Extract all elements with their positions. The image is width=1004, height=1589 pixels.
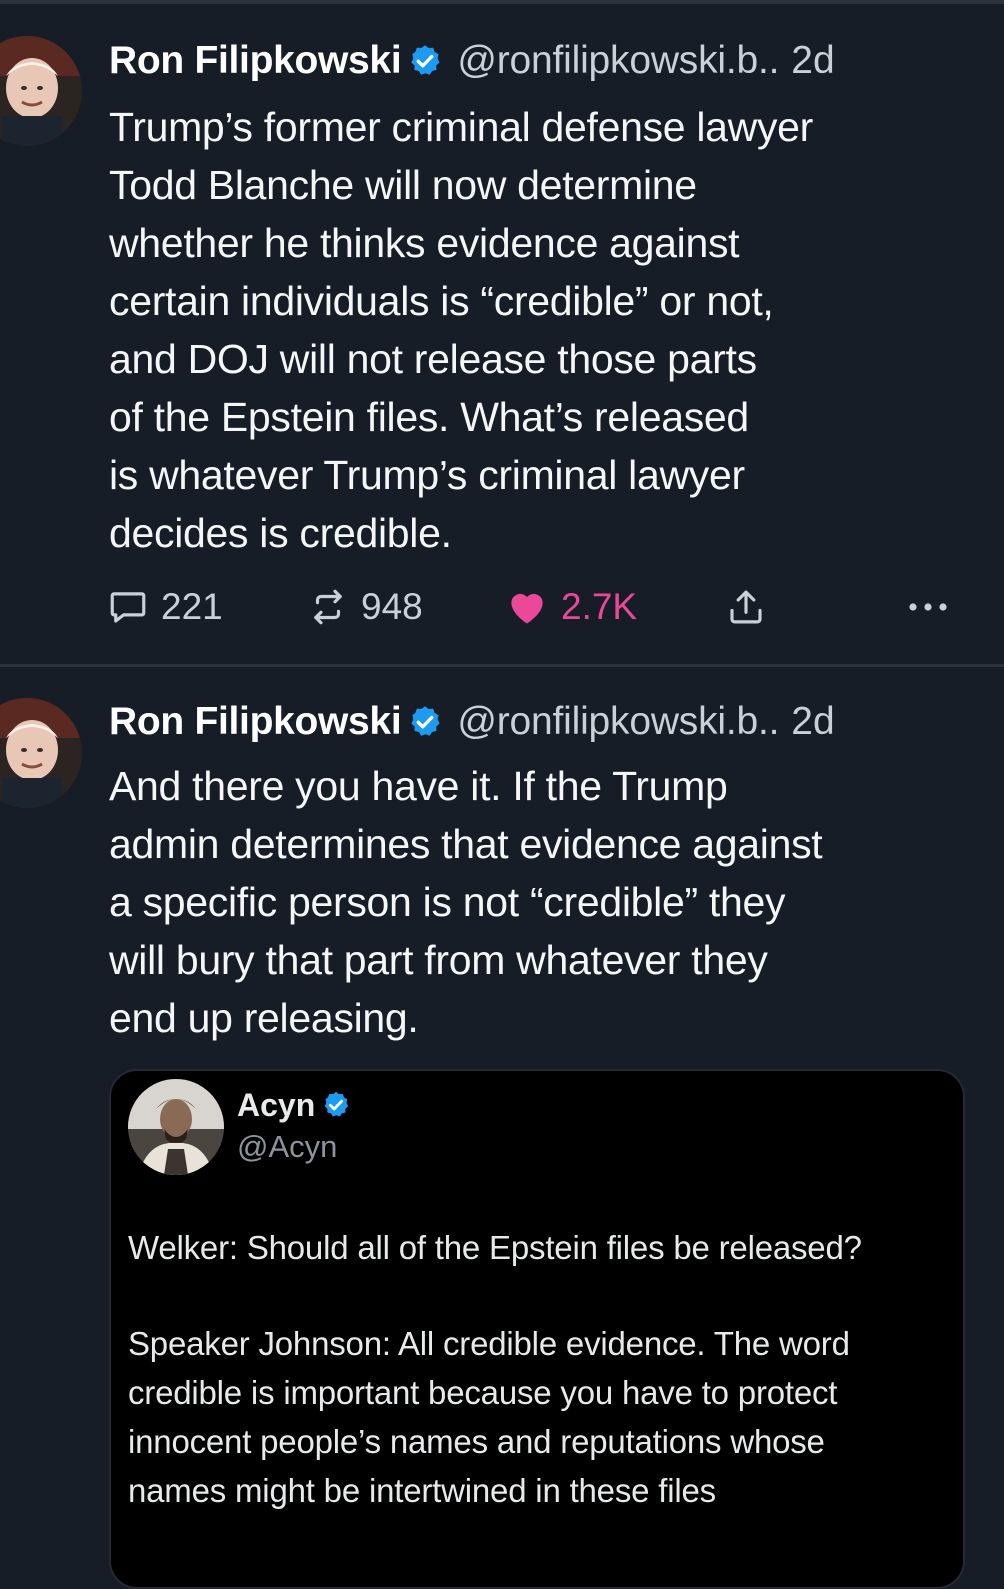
more-icon (909, 603, 947, 611)
author-handle[interactable]: @ronfilipkowski.b.. (457, 697, 779, 747)
post-text-line: a specific person is not “credible” they (109, 879, 786, 925)
like-button[interactable]: 2.7K (505, 585, 637, 629)
quoted-text-line: innocent people’s names and reputations … (128, 1423, 825, 1460)
quoted-text-line: Speaker Johnson: All credible evidence. … (128, 1325, 850, 1362)
post-text-line: Todd Blanche will now determine (109, 162, 697, 208)
avatar[interactable] (0, 36, 82, 146)
quoted-text-paragraph: Speaker Johnson: All credible evidence. … (128, 1319, 948, 1515)
post[interactable]: Ron Filipkowski @ronfilipkowski.b.. 2d T… (0, 4, 1004, 666)
post-text-line: of the Epstein files. What’s released (109, 394, 749, 440)
repost-count: 948 (361, 586, 423, 627)
post-text-line: and DOJ will not release those parts (109, 336, 757, 382)
post-header: Ron Filipkowski @ronfilipkowski.b.. 2d (109, 697, 835, 747)
share-icon (730, 590, 762, 624)
post-text: And there you have it. If the Trump admi… (109, 757, 989, 1047)
post-text-line: whether he thinks evidence against (109, 220, 740, 266)
reply-icon (110, 592, 146, 623)
post-text-line: admin determines that evidence against (109, 821, 823, 867)
repost-button[interactable]: 948 (307, 586, 423, 628)
post-actions: 221 948 2.7K (107, 582, 957, 632)
verified-badge-icon (411, 45, 440, 75)
repost-icon (314, 589, 342, 625)
quoted-author[interactable]: Acyn (237, 1083, 351, 1127)
quoted-avatar[interactable] (128, 1079, 224, 1175)
heart-icon (511, 593, 543, 624)
post-text-line: Trump’s former criminal defense lawyer (109, 104, 814, 150)
reply-button[interactable]: 221 (107, 586, 223, 628)
verified-badge-icon (324, 1091, 349, 1117)
quoted-handle[interactable]: @Acyn (237, 1125, 337, 1169)
author-handle[interactable]: @ronfilipkowski.b.. (457, 36, 779, 86)
post[interactable]: Ron Filipkowski @ronfilipkowski.b.. 2d A… (0, 667, 1004, 1589)
author-name[interactable]: Ron Filipkowski (109, 36, 402, 86)
post-text-line: will bury that part from whatever they (109, 937, 768, 983)
avatar[interactable] (0, 698, 82, 808)
post-text-line: And there you have it. If the Trump (109, 763, 728, 809)
quoted-author-name: Acyn (237, 1087, 316, 1123)
post-text-line: certain individuals is “credible” or not… (109, 278, 774, 324)
verified-badge-icon (411, 706, 440, 736)
share-button[interactable] (725, 586, 767, 628)
more-options-button[interactable] (905, 597, 951, 617)
quoted-text-line: credible is important because you have t… (128, 1374, 838, 1411)
quoted-text-paragraph: Welker: Should all of the Epstein files … (128, 1223, 948, 1272)
author-name[interactable]: Ron Filipkowski (109, 697, 402, 747)
reply-count: 221 (161, 586, 223, 627)
like-count: 2.7K (561, 586, 638, 627)
quoted-text-line: names might be intertwined in these file… (128, 1472, 716, 1509)
post-header: Ron Filipkowski @ronfilipkowski.b.. 2d (109, 36, 835, 86)
post-text-line: end up releasing. (109, 995, 419, 1041)
post-timestamp[interactable]: 2d (791, 697, 834, 747)
post-text-line: decides is credible. (109, 510, 452, 556)
post-text: Trump’s former criminal defense lawyer T… (109, 98, 989, 562)
quoted-post[interactable]: Acyn @Acyn Welker: Should all of the Eps… (109, 1069, 965, 1589)
post-timestamp[interactable]: 2d (791, 36, 834, 86)
post-text-line: is whatever Trump’s criminal lawyer (109, 452, 745, 498)
quoted-text-line: Welker: Should all of the Epstein files … (128, 1229, 862, 1266)
